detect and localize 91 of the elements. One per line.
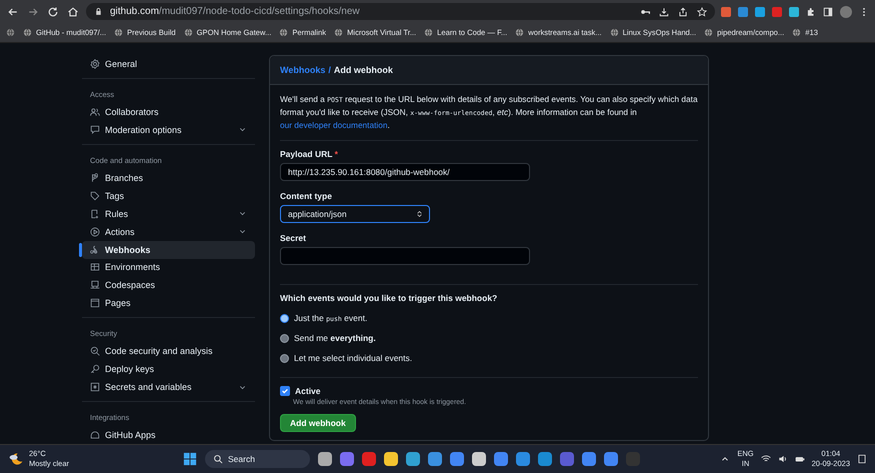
puzzle-icon[interactable] bbox=[806, 6, 816, 16]
breadcrumb-link[interactable]: Webhooks bbox=[280, 65, 326, 75]
sidebar-item[interactable]: Webhooks bbox=[82, 240, 255, 258]
globe-icon bbox=[279, 28, 288, 37]
notification-icon[interactable] bbox=[857, 454, 867, 464]
taskbar-app-icon[interactable] bbox=[494, 452, 508, 466]
documentation-link[interactable]: our developer documentation bbox=[280, 120, 388, 130]
taskbar-app-icon[interactable] bbox=[428, 452, 442, 466]
site-info-icon[interactable] bbox=[94, 7, 103, 16]
field-label: Secret bbox=[280, 233, 306, 243]
sidebar-item[interactable]: Deploy keys bbox=[82, 360, 255, 378]
webhook-icon bbox=[90, 244, 100, 255]
globe-icon bbox=[334, 28, 344, 37]
shield-search-icon bbox=[90, 346, 100, 356]
taskbar-app-icon[interactable] bbox=[582, 452, 596, 466]
field-label: Payload URL bbox=[280, 149, 332, 159]
taskbar-app-icon[interactable] bbox=[450, 452, 464, 466]
globe-icon bbox=[515, 28, 524, 37]
search-icon bbox=[213, 454, 223, 464]
sidebar-item[interactable]: Tags bbox=[82, 186, 255, 205]
taskbar-app-icon[interactable] bbox=[538, 452, 552, 466]
active-checkbox[interactable] bbox=[280, 386, 290, 396]
key-icon bbox=[90, 364, 100, 374]
gear-icon bbox=[90, 58, 100, 69]
globe-icon bbox=[184, 28, 193, 37]
sidebar-item[interactable]: Environments bbox=[82, 258, 255, 276]
globe-icon bbox=[424, 28, 434, 37]
taskbar-app-icon[interactable] bbox=[604, 452, 618, 466]
select-arrows-icon bbox=[417, 210, 422, 218]
globe-icon bbox=[114, 28, 124, 37]
sidebar-item[interactable]: GitHub Apps bbox=[82, 426, 255, 444]
sidebar-item[interactable]: Actions bbox=[82, 222, 255, 241]
sidebar-item[interactable]: Code security and analysis bbox=[82, 342, 255, 360]
grid-icon bbox=[90, 262, 100, 272]
sidebar-item[interactable]: General bbox=[82, 55, 255, 73]
profile-avatar[interactable] bbox=[840, 6, 852, 18]
share-icon[interactable] bbox=[678, 6, 688, 16]
document-icon bbox=[90, 208, 100, 219]
back-icon[interactable] bbox=[7, 6, 19, 18]
sidebar-item[interactable]: Moderation options bbox=[82, 120, 255, 139]
breadcrumb-separator: / bbox=[328, 65, 331, 75]
side-panel-icon[interactable] bbox=[823, 6, 833, 16]
taskbar-app-icon[interactable] bbox=[384, 452, 398, 466]
wifi-icon[interactable] bbox=[760, 454, 771, 464]
play-icon bbox=[90, 226, 100, 237]
battery-icon[interactable] bbox=[794, 454, 805, 464]
taskbar-app-icon[interactable] bbox=[406, 452, 420, 466]
radio-button[interactable] bbox=[280, 334, 289, 342]
star-icon[interactable] bbox=[697, 6, 707, 16]
address-bar[interactable]: github.com/mudit097/node-todo-cicd/settings/hooks/new bbox=[86, 3, 715, 20]
people-icon bbox=[90, 106, 100, 117]
globe-icon bbox=[704, 28, 714, 37]
radio-label: Let me select individual events. bbox=[294, 353, 412, 363]
taskbar-app-icon[interactable] bbox=[516, 452, 530, 466]
home-icon[interactable] bbox=[67, 6, 79, 18]
secret-field[interactable] bbox=[280, 247, 530, 265]
monitor-icon bbox=[90, 280, 100, 290]
asterisk-box-icon bbox=[90, 382, 100, 392]
download-icon[interactable] bbox=[659, 6, 669, 16]
globe-icon bbox=[792, 28, 802, 37]
speaker-icon[interactable] bbox=[778, 454, 788, 464]
moon-cloud-icon bbox=[8, 451, 24, 467]
browser-icon bbox=[90, 298, 100, 308]
taskbar-app-icon[interactable] bbox=[472, 452, 486, 466]
comment-icon bbox=[90, 124, 100, 135]
field-label: Content type bbox=[280, 191, 332, 201]
start-icon[interactable] bbox=[183, 452, 197, 466]
globe-icon bbox=[23, 28, 32, 37]
sidebar-item[interactable]: Pages bbox=[82, 294, 255, 312]
events-question: Which events would you like to trigger this webhook? bbox=[280, 293, 498, 303]
add-webhook-button[interactable]: Add webhook bbox=[280, 414, 356, 432]
taskbar-search[interactable]: Search bbox=[205, 450, 310, 468]
content-type-select[interactable]: application/json bbox=[280, 205, 430, 223]
radio-label: Send me everything. bbox=[294, 333, 376, 343]
reload-icon[interactable] bbox=[47, 6, 59, 18]
globe-icon bbox=[610, 28, 619, 37]
forward-icon[interactable] bbox=[27, 6, 39, 18]
page-title: Add webhook bbox=[334, 65, 393, 75]
sidebar-item[interactable]: Branches bbox=[82, 168, 255, 187]
sidebar-item[interactable]: Secrets and variables bbox=[82, 378, 255, 396]
sidebar-item[interactable]: Codespaces bbox=[82, 276, 255, 294]
sidebar-item[interactable]: Collaborators bbox=[82, 102, 255, 121]
checkbox-label: Active bbox=[295, 386, 321, 396]
payload-url-field[interactable]: http://13.235.90.161:8080/github-webhook/ bbox=[280, 163, 530, 181]
globe-icon[interactable] bbox=[6, 28, 15, 37]
tag-icon bbox=[90, 190, 100, 201]
sidebar-item[interactable]: Rules bbox=[82, 204, 255, 223]
radio-button[interactable] bbox=[280, 354, 289, 362]
radio-button[interactable] bbox=[280, 314, 289, 322]
required-mark: * bbox=[334, 149, 338, 159]
taskbar-app-icon[interactable] bbox=[318, 452, 332, 466]
